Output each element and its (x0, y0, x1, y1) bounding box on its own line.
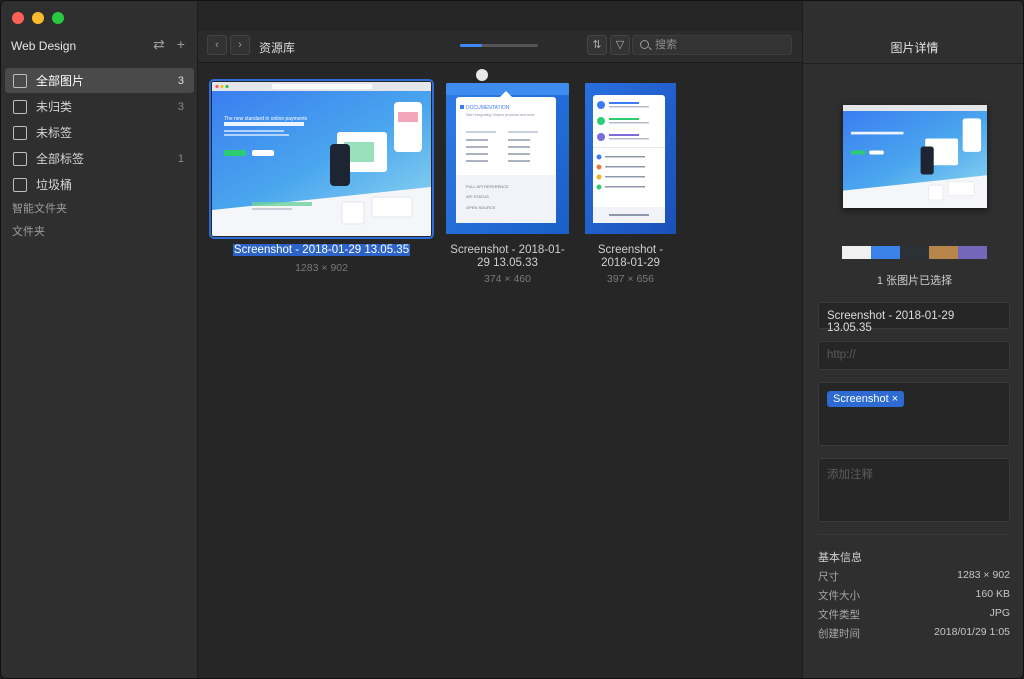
color-swatch[interactable] (958, 246, 987, 259)
close-window-button[interactable] (12, 12, 24, 24)
main-area: ‹ › 资源库 ⇅ ▽ 搜索 The new standard in onlin… (198, 1, 802, 678)
sort-icon[interactable]: ⇅ (587, 35, 607, 55)
sidebar-item-count: 3 (177, 100, 184, 113)
image-thumbnail[interactable] (585, 83, 676, 234)
thumb-doc-title: DOCUMENTATION (466, 105, 510, 111)
untagged-icon (13, 125, 27, 140)
thumbnail-image (585, 83, 676, 234)
folders-heading[interactable]: 文件夹 (5, 221, 194, 244)
details-panel: 图片详情 1 张图片已选择 Screenshot - 2018-01-29 13… (802, 1, 1023, 678)
zoom-slider-knob[interactable] (475, 69, 488, 81)
thumbnail-image: DOCUMENTATION Start integrating Stripe's… (446, 83, 569, 234)
uncategorized-icon (13, 99, 27, 114)
thumb-headline: The new standard in online payments (224, 116, 308, 122)
window-controls (12, 12, 64, 24)
toolbar: ‹ › 资源库 ⇅ ▽ 搜索 (198, 31, 802, 81)
thumb-api-status: API STATUS (466, 194, 489, 199)
minimize-window-button[interactable] (32, 12, 44, 24)
thumb-doc-sub: Start integrating Stripe's products and … (466, 113, 535, 117)
sidebar-item-trash[interactable]: 垃圾桶 (5, 172, 194, 197)
divider (818, 534, 1010, 535)
info-value: 1283 × 902 (957, 569, 1010, 581)
sidebar-item-untagged[interactable]: 未标签 (5, 120, 194, 145)
sidebar-item-label: 垃圾桶 (36, 178, 73, 192)
info-label: 尺寸 (818, 571, 839, 583)
all-images-icon (13, 73, 27, 88)
info-row-dimensions: 尺寸 1283 × 902 (818, 569, 1010, 584)
image-name-line: Screenshot - (597, 244, 664, 256)
search-input[interactable]: 搜索 (632, 35, 792, 55)
zoom-slider-fill (460, 44, 482, 47)
sidebar-item-label: 全部标签 (36, 152, 85, 166)
sidebar-nav: 全部图片 3 未归类 3 未标签 全部标签 1 垃圾桶 智能文件夹 文件夹 (5, 68, 194, 244)
tag-chip[interactable]: Screenshot × (827, 391, 905, 407)
thumb-api-ref: FULL API REFERENCE (466, 184, 509, 189)
image-name-line: 29 13.05.33 (477, 257, 538, 269)
info-value: JPG (989, 607, 1010, 619)
sidebar-item-count: 3 (177, 74, 184, 87)
info-value: 160 KB (975, 588, 1010, 600)
info-heading: 基本信息 (818, 552, 862, 564)
image-name-line: Screenshot - 2018-01- (450, 244, 565, 256)
sidebar-item-count: 1 (177, 152, 184, 165)
image-thumbnail[interactable]: DOCUMENTATION Start integrating Stripe's… (446, 83, 569, 234)
sidebar-item-label: 全部图片 (36, 74, 85, 88)
info-label: 创建时间 (818, 628, 860, 640)
color-swatch[interactable] (871, 246, 900, 259)
name-field[interactable]: Screenshot - 2018-01-29 13.05.35 (818, 302, 1010, 334)
zoom-window-button[interactable] (52, 12, 64, 24)
tags-icon (13, 151, 27, 166)
sidebar: Web Design ⇄ + 全部图片 3 未归类 3 未标签 全部标签 1 垃… (1, 1, 198, 678)
breadcrumb: 资源库 (259, 41, 296, 55)
info-row-file-type: 文件类型 JPG (818, 607, 1010, 622)
color-palette (842, 246, 987, 259)
sidebar-item-all-tags[interactable]: 全部标签 1 (5, 146, 194, 171)
color-swatch[interactable] (900, 246, 929, 259)
url-field[interactable]: http:// (818, 341, 1010, 370)
library-title[interactable]: Web Design (11, 39, 76, 53)
swap-icon[interactable]: ⇄ (153, 36, 165, 53)
plus-icon[interactable]: + (177, 36, 185, 53)
info-label: 文件类型 (818, 609, 860, 621)
info-label: 文件大小 (818, 590, 860, 602)
panel-title: 图片详情 (890, 41, 939, 55)
sidebar-item-label: 未标签 (36, 126, 73, 140)
search-icon (640, 40, 649, 49)
note-field[interactable]: 添加注释 (818, 458, 1010, 522)
trash-icon (13, 177, 27, 192)
chevron-left-icon[interactable]: ‹ (207, 35, 227, 55)
search-placeholder: 搜索 (655, 39, 677, 51)
image-thumbnail[interactable]: The new standard in online payments (209, 79, 434, 239)
app-window: Web Design ⇄ + 全部图片 3 未归类 3 未标签 全部标签 1 垃… (0, 0, 1024, 679)
sidebar-item-label: 未归类 (36, 100, 73, 114)
info-value: 2018/01/29 1:05 (934, 626, 1010, 638)
image-name-line: 2018-01-29 (601, 257, 660, 269)
info-row-created: 创建时间 2018/01/29 1:05 (818, 626, 1010, 641)
color-swatch[interactable] (929, 246, 958, 259)
image-name-text: Screenshot - 2018-01-29 13.05.35 (232, 244, 411, 256)
info-row-file-size: 文件大小 160 KB (818, 588, 1010, 603)
chevron-right-icon[interactable]: › (230, 35, 250, 55)
smart-folders-heading[interactable]: 智能文件夹 (5, 198, 194, 221)
sidebar-item-all-images[interactable]: 全部图片 3 (5, 68, 194, 93)
image-dimensions: 397 × 656 (606, 273, 654, 285)
image-name[interactable]: Screenshot - 2018-01- 29 13.05.33 (436, 244, 579, 270)
preview-image (843, 105, 987, 208)
image-dimensions: 374 × 460 (483, 273, 531, 285)
image-name[interactable]: Screenshot - 2018-01-29 13.05.35 (212, 244, 431, 257)
selection-count: 1 张图片已选择 (876, 275, 953, 287)
image-preview[interactable] (843, 105, 987, 208)
sidebar-item-uncategorized[interactable]: 未归类 3 (5, 94, 194, 119)
image-dimensions: 1283 × 902 (295, 262, 348, 274)
tags-field[interactable]: Screenshot × (818, 382, 1010, 446)
divider (803, 63, 1023, 64)
thumbnail-image: The new standard in online payments (212, 82, 431, 236)
thumb-open-source: OPEN SOURCE (466, 205, 496, 210)
library-actions: ⇄ + (153, 36, 185, 53)
zoom-slider[interactable] (460, 44, 538, 47)
image-name[interactable]: Screenshot - 2018-01-29 (570, 244, 691, 270)
color-swatch[interactable] (842, 246, 871, 259)
filter-icon[interactable]: ▽ (610, 35, 630, 55)
